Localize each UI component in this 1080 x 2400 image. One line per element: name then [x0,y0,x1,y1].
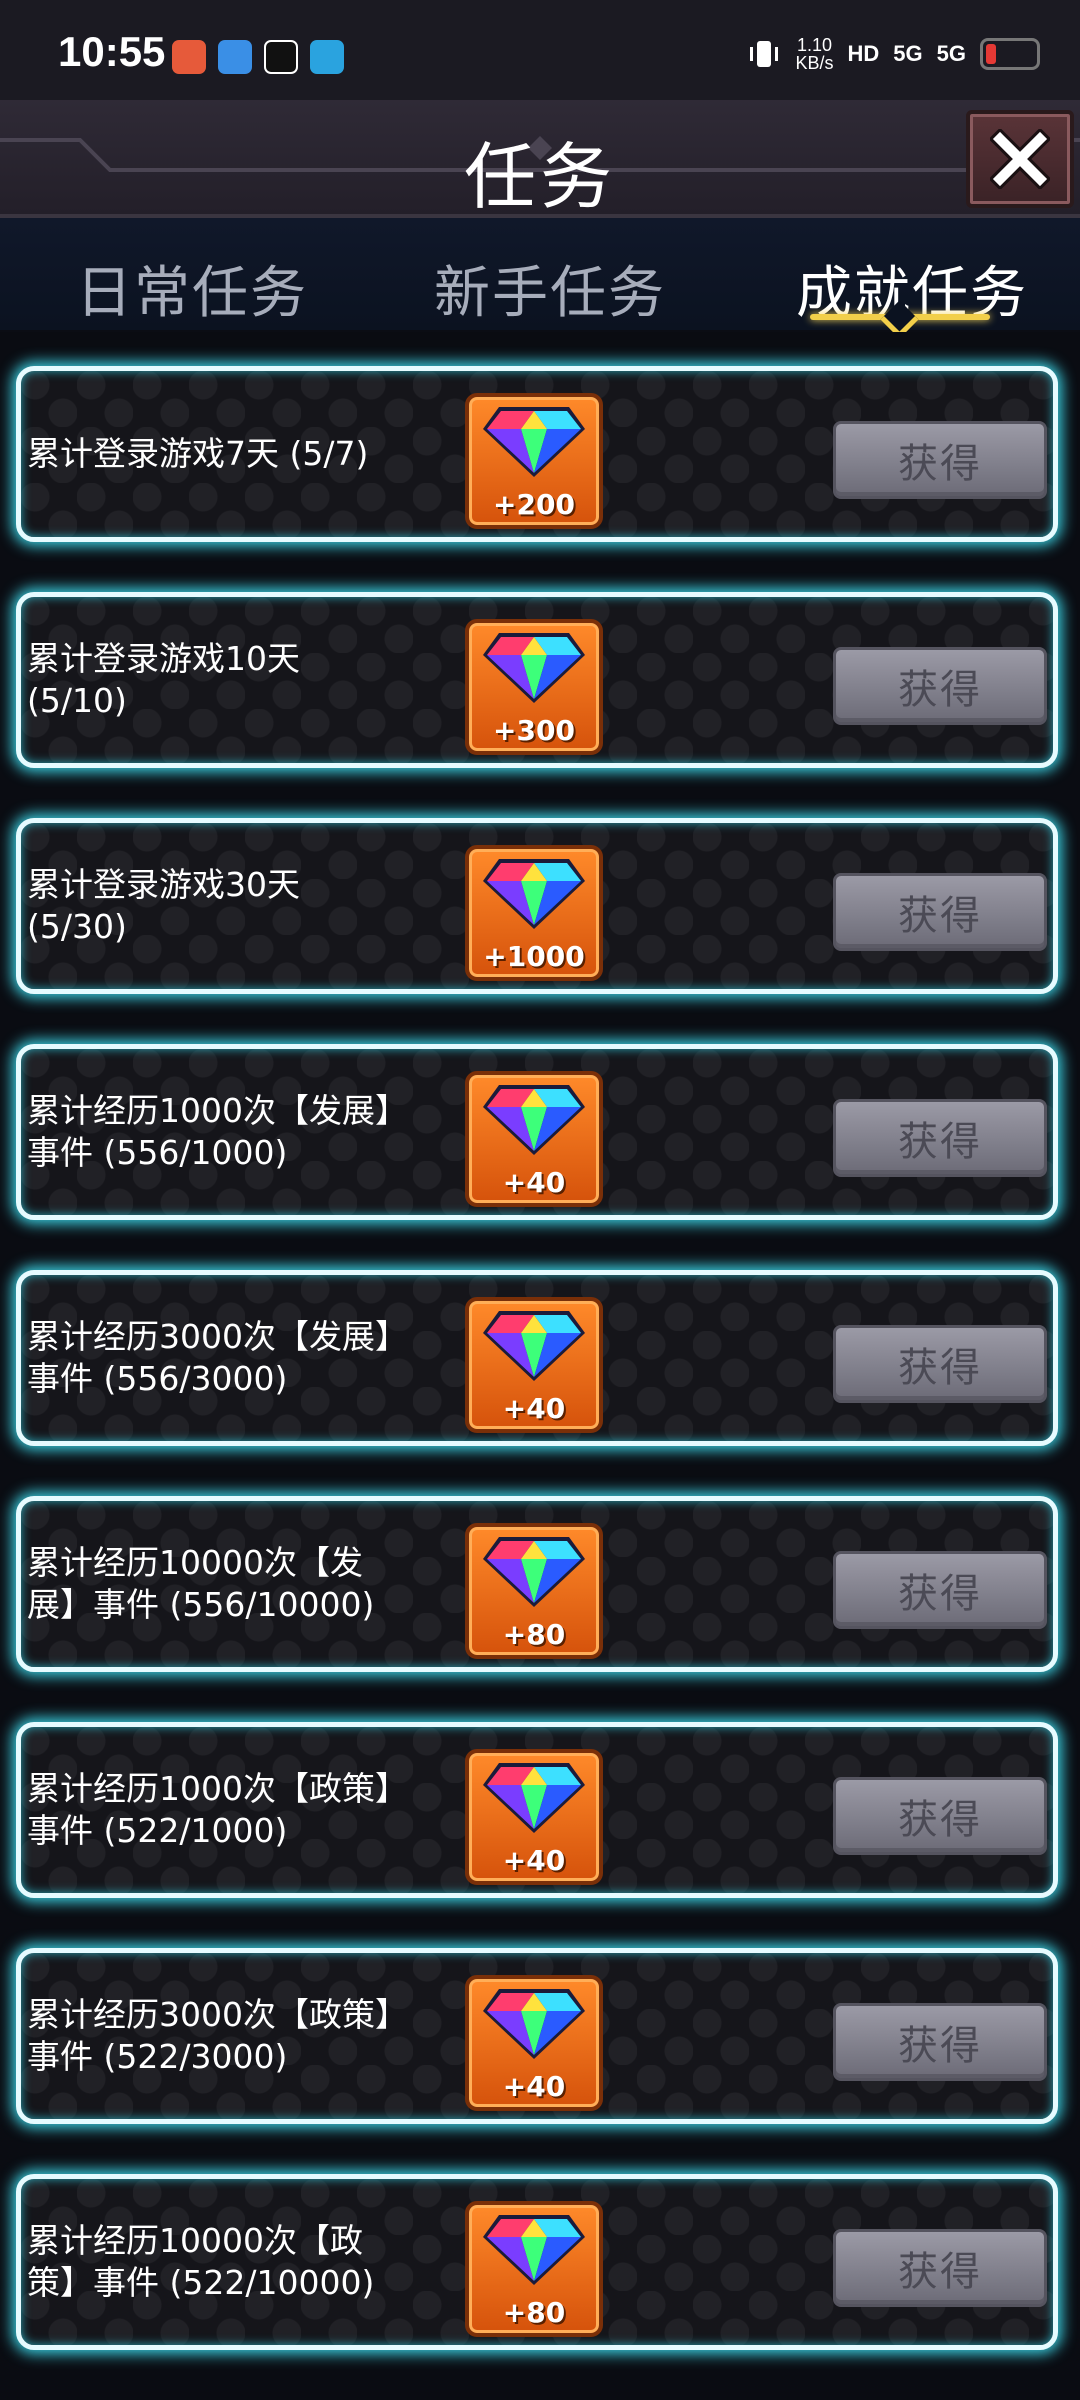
app-notification-icon [172,40,206,74]
net-speed-value: 1.10 [796,35,833,55]
task-card: 累计经历10000次【发 展】事件 (556/10000) +80 获得 [16,1496,1058,1672]
task-card: 累计经历1000次【发展】 事件 (556/1000) +40 获得 [16,1044,1058,1220]
telegram-notification-icon [310,40,344,74]
close-button[interactable] [966,110,1074,208]
reward-amount: +40 [502,1844,566,1877]
task-card: 累计经历3000次【政策】 事件 (522/3000) +40 获得 [16,1948,1058,2124]
status-bar: 10:55 1.10 KB/s HD 5G 5G [0,0,1080,100]
task-list[interactable]: 累计登录游戏7天 (5/7) +200 获得 累计登录游戏10天 (5/10) … [0,332,1080,2400]
task-card: 累计登录游戏10天 (5/10) +300 获得 [16,592,1058,768]
task-card: 累计经历3000次【发展】 事件 (556/3000) +40 获得 [16,1270,1058,1446]
task-card: 累计登录游戏7天 (5/7) +200 获得 [16,366,1058,542]
reward-gem-badge: +1000 [465,845,603,981]
reward-gem-badge: +80 [465,2201,603,2337]
reward-amount: +1000 [483,940,585,973]
reward-amount: +40 [502,1392,566,1425]
claim-button[interactable]: 获得 [833,647,1047,725]
signal-5g-1: 5G [893,41,923,66]
status-indicators: 1.10 KB/s HD 5G 5G [747,36,1040,72]
hd-indicator: HD [847,41,880,66]
reward-amount: +80 [502,1618,566,1651]
tab-daily-tasks[interactable]: 日常任务 [76,248,308,329]
claim-button[interactable]: 获得 [833,1551,1047,1629]
gem-icon [483,1989,585,2059]
task-description: 累计经历1000次【发展】 事件 (556/1000) [27,1091,408,1172]
task-card: 累计经历10000次【政 策】事件 (522/10000) +80 获得 [16,2174,1058,2350]
reward-amount: +40 [502,1166,566,1199]
capcut-notification-icon [264,40,298,74]
reward-gem-badge: +40 [465,1071,603,1207]
battery-icon [980,38,1040,70]
claim-button[interactable]: 获得 [833,2229,1047,2307]
vibrate-icon [750,41,779,67]
task-description: 累计登录游戏10天 (5/10) [27,639,300,720]
net-speed: 1.10 KB/s [795,36,833,72]
reward-amount: +300 [493,714,575,747]
gem-icon [483,1763,585,1833]
page-title: 任务 [463,135,616,219]
claim-button[interactable]: 获得 [833,1099,1047,1177]
gem-icon [483,2215,585,2285]
signal-5g-2: 5G [936,41,966,66]
claim-button[interactable]: 获得 [833,2003,1047,2081]
task-card: 累计经历1000次【政策】 事件 (522/1000) +40 获得 [16,1722,1058,1898]
reward-gem-badge: +80 [465,1523,603,1659]
reward-gem-badge: +40 [465,1749,603,1885]
claim-button[interactable]: 获得 [833,1325,1047,1403]
gem-icon [483,859,585,929]
reward-gem-badge: +40 [465,1297,603,1433]
status-time: 10:55 [58,28,166,75]
task-description: 累计经历1000次【政策】 事件 (522/1000) [27,1769,408,1850]
notification-icons [172,40,344,74]
page-header: 任务 [0,100,1080,219]
gem-icon [483,633,585,703]
gem-icon [483,407,585,477]
reward-gem-badge: +300 [465,619,603,755]
gem-icon [483,1085,585,1155]
task-description: 累计经历10000次【政 策】事件 (522/10000) [27,2221,375,2302]
net-speed-unit: KB/s [795,53,834,73]
gem-icon [483,1537,585,1607]
task-card: 累计登录游戏30天 (5/30) +1000 获得 [16,818,1058,994]
reward-gem-badge: +40 [465,1975,603,2111]
reward-amount: +40 [502,2070,566,2103]
claim-button[interactable]: 获得 [833,421,1047,499]
task-description: 累计经历3000次【发展】 事件 (556/3000) [27,1317,408,1398]
task-description: 累计经历10000次【发 展】事件 (556/10000) [27,1543,375,1624]
reward-amount: +200 [493,488,575,521]
task-description: 累计登录游戏30天 (5/30) [27,865,300,946]
browser-notification-icon [218,40,252,74]
gem-icon [483,1311,585,1381]
tab-newbie-tasks[interactable]: 新手任务 [434,248,666,329]
reward-gem-badge: +200 [465,393,603,529]
close-icon [990,129,1050,189]
reward-amount: +80 [502,2296,566,2329]
task-description: 累计经历3000次【政策】 事件 (522/3000) [27,1995,408,2076]
claim-button[interactable]: 获得 [833,1777,1047,1855]
task-description: 累计登录游戏7天 (5/7) [27,434,369,473]
claim-button[interactable]: 获得 [833,873,1047,951]
